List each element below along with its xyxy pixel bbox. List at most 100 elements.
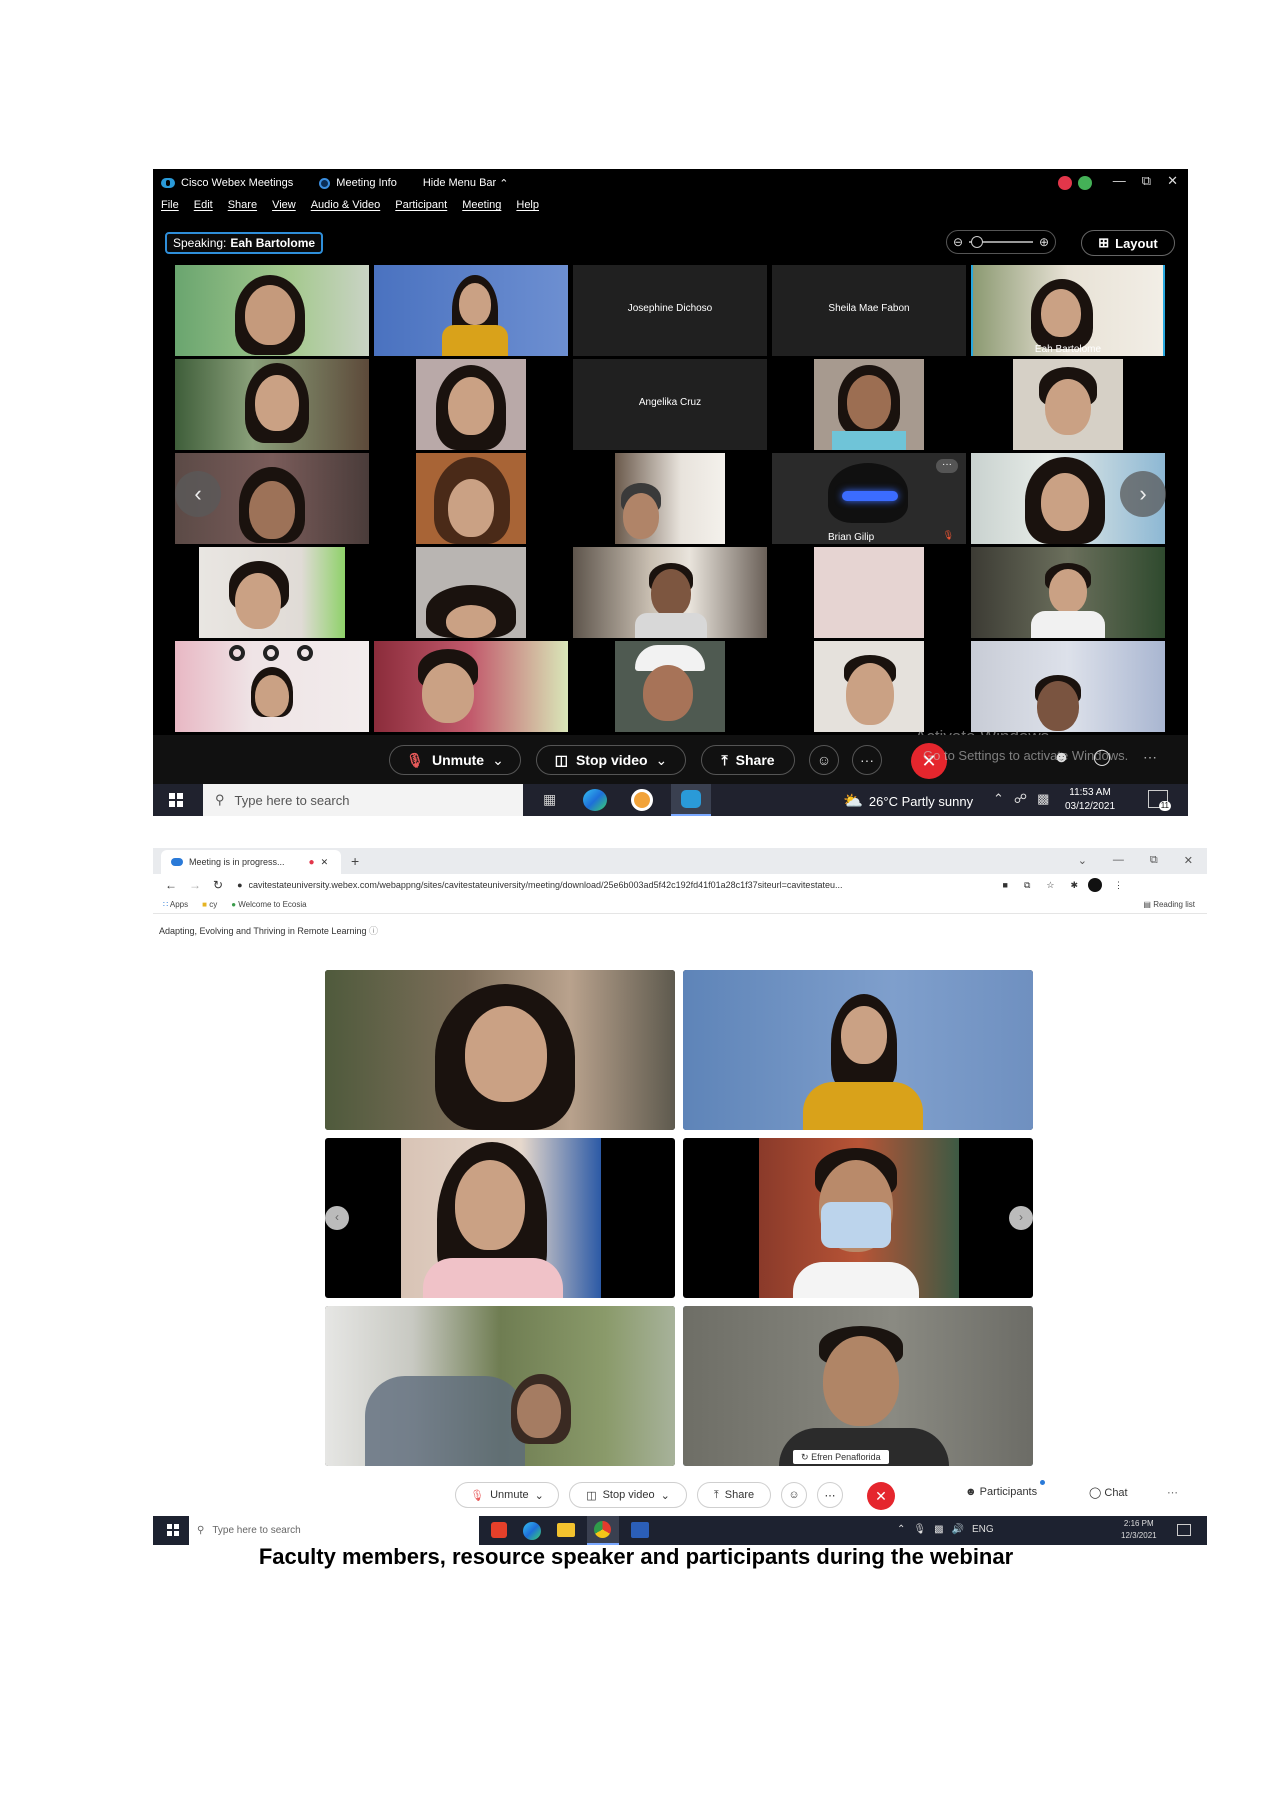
participant-tile[interactable] (175, 265, 369, 356)
menu-file[interactable]: File (161, 199, 179, 221)
participant-tile[interactable] (325, 970, 675, 1130)
reactions-button[interactable]: ☺ (781, 1482, 807, 1508)
more-icon[interactable]: ⋯ (1167, 1486, 1178, 1499)
hide-menu-bar-button[interactable]: Hide Menu Bar ⌃ (423, 177, 509, 190)
language-indicator[interactable]: ENG (972, 1524, 994, 1535)
zoom-out-icon[interactable]: ⊖ (953, 235, 963, 249)
participant-tile[interactable] (772, 641, 966, 732)
taskbar-clock[interactable]: 11:53 AM 03/12/2021 (1065, 786, 1115, 814)
share-page-icon[interactable]: ⧉ (1024, 880, 1030, 891)
kebab-menu-icon[interactable]: ⋮ (1114, 880, 1123, 891)
chevron-down-icon[interactable]: ⌄ (1078, 854, 1087, 867)
word-icon[interactable] (631, 1522, 649, 1538)
windows-start-icon[interactable] (169, 793, 183, 807)
more-options-button[interactable]: ⋯ (817, 1482, 843, 1508)
participant-tile[interactable] (573, 453, 767, 544)
chevron-down-icon[interactable]: ⌄ (492, 752, 504, 769)
participant-tile[interactable] (573, 547, 767, 638)
taskbar-search-input[interactable]: ⚲ Type here to search (203, 784, 523, 816)
bookmark-apps[interactable]: ∷ Apps (163, 900, 188, 909)
file-explorer-icon[interactable] (557, 1523, 575, 1537)
zoom-track[interactable] (969, 236, 1033, 248)
chevron-up-icon[interactable]: ⌃ (897, 1524, 905, 1535)
edge-browser-icon[interactable] (583, 789, 607, 811)
share-button[interactable]: ⤒ Share (697, 1482, 771, 1508)
menu-meeting[interactable]: Meeting (462, 199, 501, 221)
participant-tile[interactable] (772, 547, 966, 638)
participant-tile-josephine[interactable]: Josephine Dichoso (573, 265, 767, 356)
participant-tile[interactable] (175, 359, 369, 450)
participant-tile[interactable] (374, 453, 568, 544)
previous-page-arrow[interactable]: ‹ (175, 471, 221, 517)
participant-tile[interactable] (971, 547, 1165, 638)
share-button[interactable]: ⤒ Share (701, 745, 795, 775)
chevron-down-icon[interactable]: ⌄ (661, 1489, 670, 1502)
weather-widget[interactable]: ⛅ 26°C Partly sunny (843, 791, 973, 811)
participant-tile[interactable] (374, 547, 568, 638)
chevron-down-icon[interactable]: ⌄ (656, 752, 668, 769)
more-options-button[interactable]: ··· (852, 745, 882, 775)
participant-tile[interactable] (175, 641, 369, 732)
participants-icon[interactable]: ☻ (1053, 749, 1070, 767)
participant-tile-eah[interactable]: Eah Bartolome (971, 265, 1165, 356)
restore-icon[interactable]: ⧉ (1142, 173, 1151, 189)
zoom-in-icon[interactable]: ⊕ (1039, 235, 1049, 249)
close-icon[interactable]: ✕ (1184, 854, 1193, 867)
reactions-button[interactable]: ☺ (809, 745, 839, 775)
network-icon[interactable]: ☍ (1014, 791, 1027, 807)
volume-icon[interactable]: 🔊 (952, 1524, 964, 1535)
stop-video-button[interactable]: ◫ Stop video ⌄ (569, 1482, 687, 1508)
windows-start-icon[interactable] (167, 1524, 179, 1536)
notifications-button[interactable]: 11 (1148, 790, 1171, 811)
chat-button[interactable]: ◯ Chat (1089, 1486, 1128, 1499)
participant-tile[interactable]: › (683, 1138, 1033, 1298)
bookmark-ecosia[interactable]: ● Welcome to Ecosia (231, 900, 306, 909)
participant-tile-brian[interactable]: ··· Brian Gilip 🎙 (772, 453, 966, 544)
minimize-icon[interactable]: — (1113, 854, 1124, 867)
unmute-button[interactable]: 🎙 Unmute ⌄ (389, 745, 521, 775)
participant-tile[interactable] (573, 641, 767, 732)
webex-taskbar-button[interactable] (671, 784, 711, 816)
more-options-icon[interactable]: ··· (936, 459, 958, 473)
participant-tile[interactable]: ‹ (325, 1138, 675, 1298)
layout-button[interactable]: ⊞ Layout (1081, 230, 1175, 256)
next-page-arrow[interactable]: › (1009, 1206, 1033, 1230)
restore-icon[interactable]: ⧉ (1150, 854, 1158, 867)
participant-tile-angelika[interactable]: Angelika Cruz (573, 359, 767, 450)
menu-help[interactable]: Help (516, 199, 539, 221)
meeting-info-button[interactable]: Meeting Info (319, 177, 397, 189)
chat-icon[interactable]: ◯ (1093, 747, 1111, 767)
notifications-button[interactable] (1177, 1524, 1191, 1536)
menu-audio-video[interactable]: Audio & Video (311, 199, 381, 221)
participant-tile[interactable] (971, 641, 1165, 732)
new-tab-button[interactable]: + (351, 853, 359, 869)
participant-tile[interactable] (772, 359, 966, 450)
taskbar-clock[interactable]: 2:16 PM 12/3/2021 (1121, 1518, 1157, 1542)
display-icon[interactable]: ▩ (1037, 791, 1049, 807)
participant-tile[interactable] (374, 641, 568, 732)
chevron-down-icon[interactable]: ⌄ (535, 1489, 544, 1502)
taskbar-search-input[interactable]: ⚲ Type here to search (189, 1516, 479, 1545)
menu-participant[interactable]: Participant (395, 199, 447, 221)
chrome-taskbar-button[interactable] (587, 1516, 619, 1545)
participant-tile[interactable] (971, 359, 1165, 450)
participants-button[interactable]: ☻ Participants (965, 1480, 1046, 1498)
browser-tab[interactable]: Meeting is in progress... ● ✕ (161, 850, 341, 874)
back-icon[interactable]: ← (165, 878, 177, 892)
participant-tile[interactable] (374, 265, 568, 356)
star-icon[interactable]: ☆ (1046, 880, 1054, 891)
info-icon[interactable]: ⓘ (369, 926, 378, 936)
zoom-knob[interactable] (971, 236, 984, 248)
menu-edit[interactable]: Edit (194, 199, 213, 221)
close-tab-icon[interactable]: ✕ (321, 857, 329, 868)
extensions-icon[interactable]: ✱ (1070, 880, 1078, 891)
reload-icon[interactable]: ↻ (213, 878, 223, 892)
participant-tile[interactable] (374, 359, 568, 450)
participant-tile[interactable] (175, 547, 369, 638)
menu-view[interactable]: View (272, 199, 296, 221)
zoom-slider[interactable]: ⊖ ⊕ (946, 230, 1056, 254)
url-input[interactable]: cavitestateuniversity.webex.com/webappng… (249, 880, 989, 890)
edge-browser-icon[interactable] (523, 1522, 541, 1540)
task-view-icon[interactable]: ▦ (543, 791, 556, 808)
forward-icon[interactable]: → (189, 878, 201, 892)
